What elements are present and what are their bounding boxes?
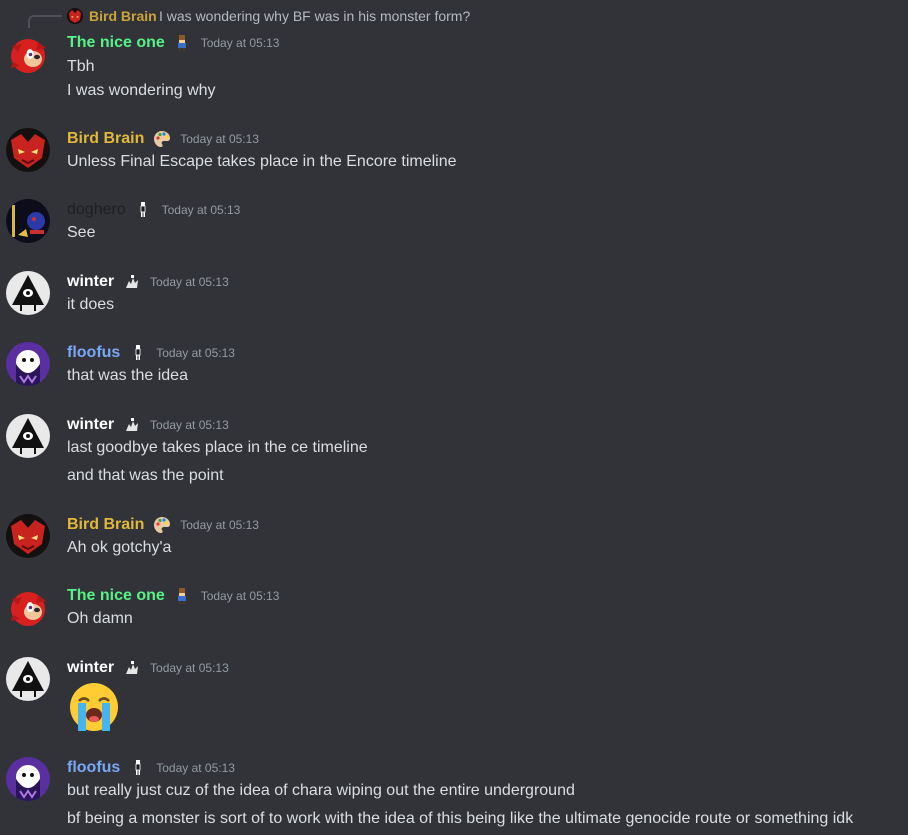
timestamp[interactable]: Today at 05:13 bbox=[162, 203, 241, 217]
pixel-sprite-icon bbox=[123, 416, 141, 434]
avatar-doghero[interactable] bbox=[6, 199, 50, 243]
avatar-bird-brain[interactable] bbox=[6, 128, 50, 172]
pixel-sprite-icon bbox=[123, 659, 141, 677]
avatar-floofus[interactable] bbox=[6, 342, 50, 386]
message-line: See bbox=[67, 224, 96, 241]
timestamp[interactable]: Today at 05:13 bbox=[201, 589, 280, 603]
author-name[interactable]: The nice one bbox=[67, 587, 165, 604]
message-header: The nice one Today at 05:13 bbox=[67, 32, 279, 54]
author-name[interactable]: doghero bbox=[67, 201, 126, 218]
avatar-the-nice-one[interactable] bbox=[6, 585, 50, 629]
paint-palette-icon bbox=[153, 516, 171, 534]
author-name[interactable]: Bird Brain bbox=[67, 516, 144, 533]
timestamp[interactable]: Today at 05:13 bbox=[180, 132, 259, 146]
timestamp[interactable]: Today at 05:13 bbox=[150, 418, 229, 432]
message-header: winter Today at 05:13 bbox=[67, 657, 229, 679]
author-name[interactable]: winter bbox=[67, 273, 114, 290]
message-header: floofus Today at 05:13 bbox=[67, 757, 235, 779]
avatar-floofus[interactable] bbox=[6, 757, 50, 801]
timestamp[interactable]: Today at 05:13 bbox=[156, 346, 235, 360]
author-name[interactable]: floofus bbox=[67, 759, 120, 776]
timestamp[interactable]: Today at 05:13 bbox=[150, 661, 229, 675]
message-header: The nice one Today at 05:13 bbox=[67, 585, 279, 607]
message-line: Tbh bbox=[67, 58, 95, 75]
reply-author[interactable]: Bird Brain bbox=[89, 7, 157, 25]
message-line: it does bbox=[67, 296, 115, 313]
timestamp[interactable]: Today at 05:13 bbox=[150, 275, 229, 289]
message-header: doghero Today at 05:13 bbox=[67, 199, 240, 221]
author-name[interactable]: The nice one bbox=[67, 34, 165, 51]
pixel-character-icon bbox=[173, 587, 191, 605]
author-name[interactable]: winter bbox=[67, 416, 114, 433]
author-name[interactable]: Bird Brain bbox=[67, 130, 144, 147]
reply-avatar[interactable] bbox=[67, 8, 83, 24]
reply-spine bbox=[28, 15, 62, 28]
pixel-figure-icon bbox=[129, 344, 147, 362]
message-line: Unless Final Escape takes place in the E… bbox=[67, 153, 457, 170]
message-line: I was wondering why bbox=[67, 82, 216, 99]
pixel-figure-icon bbox=[134, 201, 152, 219]
message-header: winter Today at 05:13 bbox=[67, 414, 229, 436]
pixel-character-icon bbox=[173, 34, 191, 52]
message-line: Ah ok gotchy'a bbox=[67, 539, 172, 556]
message-line: and that was the point bbox=[67, 467, 224, 484]
message-header: floofus Today at 05:13 bbox=[67, 342, 235, 364]
timestamp[interactable]: Today at 05:13 bbox=[180, 518, 259, 532]
chat-message-list: Bird Brain I was wondering why BF was in… bbox=[0, 0, 908, 835]
author-name[interactable]: floofus bbox=[67, 344, 120, 361]
message-line: Oh damn bbox=[67, 610, 133, 627]
message-line: that was the idea bbox=[67, 367, 188, 384]
timestamp[interactable]: Today at 05:13 bbox=[201, 36, 280, 50]
message-line: last goodbye takes place in the ce timel… bbox=[67, 439, 368, 456]
reply-preview[interactable]: Bird Brain I was wondering why BF was in… bbox=[0, 0, 900, 30]
paint-palette-icon bbox=[153, 130, 171, 148]
loudly-crying-emoji[interactable] bbox=[67, 681, 121, 745]
avatar-winter[interactable] bbox=[6, 657, 50, 701]
author-name[interactable]: winter bbox=[67, 659, 114, 676]
avatar-winter[interactable] bbox=[6, 271, 50, 315]
message-header: winter Today at 05:13 bbox=[67, 271, 229, 293]
reply-text[interactable]: I was wondering why BF was in his monste… bbox=[159, 7, 470, 25]
timestamp[interactable]: Today at 05:13 bbox=[156, 761, 235, 775]
pixel-figure-icon bbox=[129, 759, 147, 777]
message-header: Bird Brain Today at 05:13 bbox=[67, 514, 259, 536]
message-header: Bird Brain Today at 05:13 bbox=[67, 128, 259, 150]
pixel-sprite-icon bbox=[123, 273, 141, 291]
message-line: but really just cuz of the idea of chara… bbox=[67, 782, 575, 799]
avatar-bird-brain[interactable] bbox=[6, 514, 50, 558]
message-line: bf being a monster is sort of to work wi… bbox=[67, 810, 854, 827]
avatar-the-nice-one[interactable] bbox=[6, 32, 50, 76]
avatar-winter[interactable] bbox=[6, 414, 50, 458]
